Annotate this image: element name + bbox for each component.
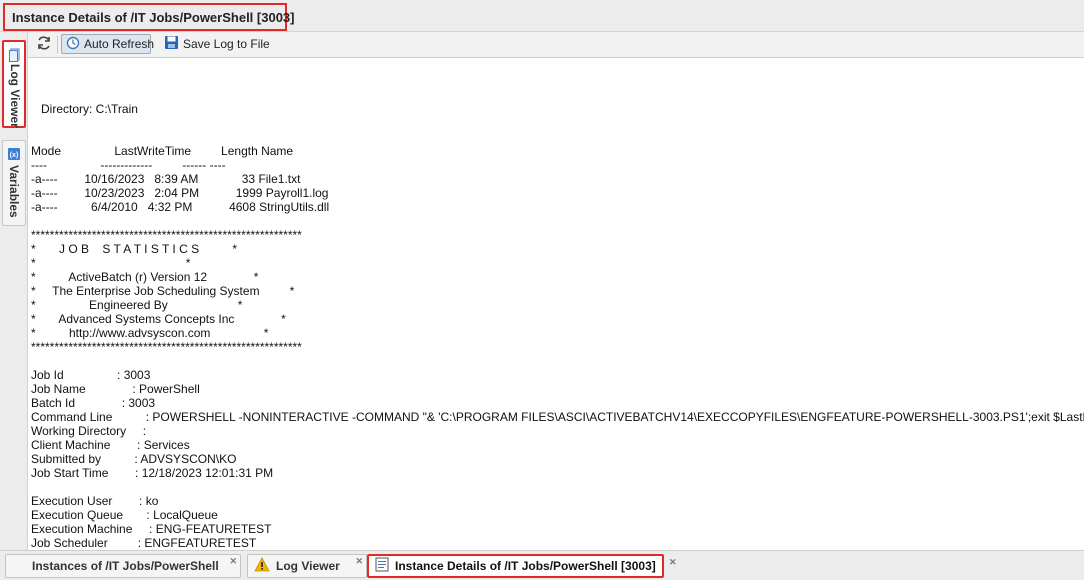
- refresh-button[interactable]: [34, 34, 54, 54]
- refresh-icon: [36, 35, 52, 54]
- svg-text:(x): (x): [10, 152, 19, 159]
- tab-instances[interactable]: Instances of /IT Jobs/PowerShell ✕: [5, 554, 241, 578]
- save-log-button[interactable]: Save Log to File: [162, 34, 272, 54]
- tab-log-viewer[interactable]: Log Viewer ✕: [247, 554, 367, 578]
- save-icon: [164, 35, 179, 53]
- tab-label: Log Viewer: [276, 559, 340, 573]
- close-icon[interactable]: ✕: [355, 556, 363, 566]
- window-title: Instance Details of /IT Jobs/PowerShell …: [3, 3, 294, 31]
- tab-instance-details[interactable]: Instance Details of /IT Jobs/PowerShell …: [367, 554, 664, 578]
- side-tab-log-viewer[interactable]: Log Viewer: [2, 40, 26, 128]
- document-tab-strip: Instances of /IT Jobs/PowerShell ✕ Log V…: [0, 550, 1084, 580]
- side-tab-variables[interactable]: (x) Variables: [2, 140, 26, 226]
- save-log-label: Save Log to File: [183, 37, 270, 51]
- log-toolbar: Auto Refresh Save Log to File: [28, 32, 1084, 58]
- close-icon[interactable]: ✕: [669, 557, 677, 568]
- log-text: Directory: C:\Train Mode LastWriteTime L…: [31, 102, 1084, 550]
- tab-label: Instances of /IT Jobs/PowerShell: [32, 559, 219, 573]
- document-list-icon: [375, 557, 389, 575]
- variables-icon: (x): [7, 147, 21, 166]
- warning-icon: [254, 557, 270, 575]
- clock-refresh-icon: [66, 36, 80, 53]
- side-tab-label: Variables: [7, 165, 21, 218]
- tab-label: Instance Details of /IT Jobs/PowerShell …: [395, 559, 656, 573]
- auto-refresh-button[interactable]: Auto Refresh: [61, 34, 155, 54]
- close-icon[interactable]: ✕: [229, 556, 237, 566]
- side-tab-strip: Log Viewer (x) Variables: [0, 32, 28, 550]
- toolbar-separator: [57, 36, 58, 54]
- side-tab-label: Log Viewer: [8, 64, 22, 128]
- window-title-bar: Instance Details of /IT Jobs/PowerShell …: [0, 0, 1084, 32]
- auto-refresh-label: Auto Refresh: [84, 37, 155, 51]
- log-content-area[interactable]: Directory: C:\Train Mode LastWriteTime L…: [28, 58, 1084, 550]
